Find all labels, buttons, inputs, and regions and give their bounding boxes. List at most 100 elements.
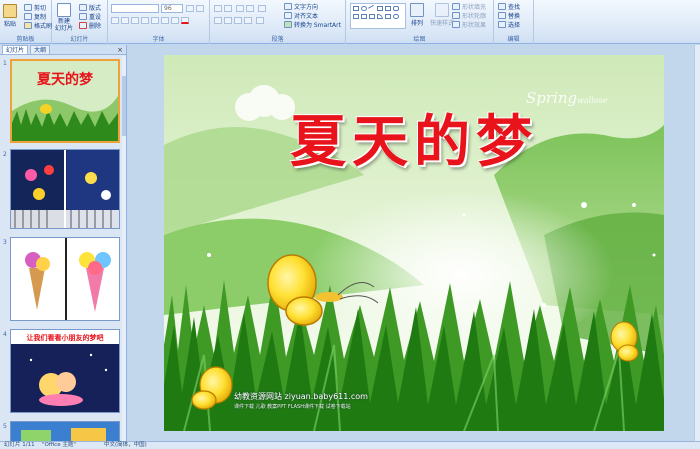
- reset-button[interactable]: 重设: [79, 12, 101, 21]
- text-direction-button[interactable]: 文字方向: [284, 2, 318, 11]
- ribbon: 粘贴 剪切 复制 格式刷 剪贴板 新建 幻灯片 版式 重设 删除 幻灯片 96 …: [0, 0, 700, 44]
- columns-icon[interactable]: [256, 17, 264, 24]
- grow-font-icon[interactable]: [186, 5, 194, 12]
- copy-icon: [24, 13, 32, 20]
- slides-pane: 幻灯片 大纲 × 1 夏天的梦 2 3 4 让我们看看小朋友的梦吧 5: [0, 45, 127, 441]
- arrow-shape-icon[interactable]: [377, 6, 383, 11]
- paragraph-group: 文字方向 对齐文本 转换为 SmartArt 段落: [210, 0, 346, 44]
- copy-button[interactable]: 复制: [24, 12, 46, 21]
- layout-button[interactable]: 版式: [79, 3, 101, 12]
- site-watermark: 幼教资源网站 ziyuan.baby611.com 课件下载 儿歌 教案PPT …: [234, 391, 454, 410]
- main-slide[interactable]: 夏天的梦 Springwallose 幼教资源网站 ziyuan.baby611…: [164, 55, 664, 431]
- shapes-gallery[interactable]: [350, 3, 406, 29]
- new-slide-button[interactable]: 新建 幻灯片: [55, 3, 73, 32]
- bold-icon[interactable]: [111, 17, 119, 24]
- status-bar: 幻灯片 1/11 "Office 主题" 中文(简体，中国): [0, 441, 700, 449]
- paragraph-group-label: 段落: [271, 36, 284, 43]
- thumbnail-1-title: 夏天的梦: [37, 72, 93, 88]
- pane-scrollbar[interactable]: [122, 56, 126, 441]
- justify-icon[interactable]: [244, 17, 252, 24]
- callout-shape-icon[interactable]: [361, 14, 367, 19]
- select-button[interactable]: 选择: [498, 20, 520, 29]
- font-size-combo[interactable]: 96: [161, 4, 183, 13]
- increase-indent-icon[interactable]: [246, 5, 254, 12]
- brace-shape-icon[interactable]: [369, 14, 375, 19]
- outline-pen-icon: [452, 12, 460, 19]
- curve-shape-icon[interactable]: [377, 14, 383, 19]
- delete-slide-button[interactable]: 删除: [79, 21, 101, 30]
- oval-shape-icon[interactable]: [361, 6, 367, 11]
- paste-button[interactable]: 粘贴: [3, 4, 17, 28]
- thumbnail-slide-1[interactable]: 夏天的梦: [10, 59, 120, 143]
- editing-group: 查找 替换 选择 编辑: [494, 0, 534, 44]
- brush-icon: [24, 22, 32, 29]
- new-slide-icon: [57, 3, 71, 17]
- smartart-icon: [284, 21, 292, 28]
- line-spacing-icon[interactable]: [258, 5, 266, 12]
- replace-button[interactable]: 替换: [498, 11, 520, 20]
- cursor-icon: [498, 21, 506, 28]
- arrange-button[interactable]: 排列: [410, 3, 424, 27]
- drawing-group: 排列 快速样式 形状填充 形状轮廓 形状效果 绘图: [346, 0, 494, 44]
- shape-fill-button[interactable]: 形状填充: [452, 2, 486, 11]
- convert-smartart-button[interactable]: 转换为 SmartArt: [284, 20, 341, 29]
- find-button[interactable]: 查找: [498, 2, 520, 11]
- rounded-rect-shape-icon[interactable]: [393, 6, 399, 11]
- canvas-scrollbar[interactable]: [694, 45, 700, 441]
- drawing-group-label: 绘图: [413, 36, 426, 43]
- align-text-button[interactable]: 对齐文本: [284, 11, 318, 20]
- editing-group-label: 编辑: [507, 36, 520, 43]
- font-group-label: 字体: [152, 36, 165, 43]
- slide-number: 3: [3, 239, 7, 246]
- tab-outline[interactable]: 大纲: [30, 45, 51, 54]
- slides-group: 新建 幻灯片 版式 重设 删除 幻灯片: [52, 0, 108, 44]
- thumbnail-slide-2[interactable]: [10, 149, 120, 229]
- format-painter-button[interactable]: 格式刷: [24, 21, 52, 30]
- binoculars-icon: [498, 3, 506, 10]
- case-icon[interactable]: [171, 17, 179, 24]
- underline-icon[interactable]: [131, 17, 139, 24]
- close-icon[interactable]: ×: [117, 46, 123, 54]
- align-left-icon[interactable]: [214, 17, 222, 24]
- slide-canvas: 夏天的梦 Springwallose 幼教资源网站 ziyuan.baby611…: [128, 45, 700, 441]
- shadow-icon[interactable]: [151, 17, 159, 24]
- decrease-indent-icon[interactable]: [236, 5, 244, 12]
- shape-outline-button[interactable]: 形状轮廓: [452, 11, 486, 20]
- bullets-icon[interactable]: [214, 5, 222, 12]
- theme-name: "Office 主题": [42, 442, 76, 448]
- line-shape-icon[interactable]: [368, 4, 376, 13]
- cloud-shape-icon[interactable]: [393, 14, 399, 19]
- triangle-shape-icon[interactable]: [385, 6, 391, 11]
- shape-effects-button[interactable]: 形状效果: [452, 20, 486, 29]
- thumbnail-slide-3[interactable]: [10, 237, 120, 321]
- paste-icon: [3, 4, 17, 18]
- slide-number: 1: [3, 60, 7, 67]
- thumbnail-slide-4[interactable]: 让我们看看小朋友的梦吧: [10, 329, 120, 413]
- pane-scroll-thumb[interactable]: [122, 76, 126, 136]
- slide-position: 幻灯片 1/11: [4, 442, 35, 448]
- font-color-icon[interactable]: [181, 17, 189, 24]
- slide-number: 5: [3, 423, 7, 430]
- font-name-combo[interactable]: [111, 4, 159, 13]
- spacing-icon[interactable]: [161, 17, 169, 24]
- numbering-icon[interactable]: [224, 5, 232, 12]
- clipboard-group: 粘贴 剪切 复制 格式刷 剪贴板: [0, 0, 52, 44]
- italic-icon[interactable]: [121, 17, 129, 24]
- strikethrough-icon[interactable]: [141, 17, 149, 24]
- quick-styles-button[interactable]: 快速样式: [430, 3, 454, 27]
- thumbnail-3-art: [11, 238, 119, 320]
- star-shape-icon[interactable]: [353, 14, 359, 19]
- fill-bucket-icon: [452, 3, 460, 10]
- slide-title[interactable]: 夏天的梦: [164, 97, 664, 178]
- align-right-icon[interactable]: [234, 17, 242, 24]
- align-center-icon[interactable]: [224, 17, 232, 24]
- watermark-line-1: 幼教资源网站 ziyuan.baby611.com: [234, 392, 368, 401]
- tab-slides[interactable]: 幻灯片: [2, 45, 29, 54]
- pentagon-shape-icon[interactable]: [385, 14, 391, 19]
- rectangle-shape-icon[interactable]: [353, 6, 359, 11]
- slide-number: 4: [3, 331, 7, 338]
- cut-button[interactable]: 剪切: [24, 3, 46, 12]
- thumbnail-slide-5[interactable]: [10, 421, 120, 441]
- shrink-font-icon[interactable]: [196, 5, 204, 12]
- quick-styles-icon: [435, 3, 449, 17]
